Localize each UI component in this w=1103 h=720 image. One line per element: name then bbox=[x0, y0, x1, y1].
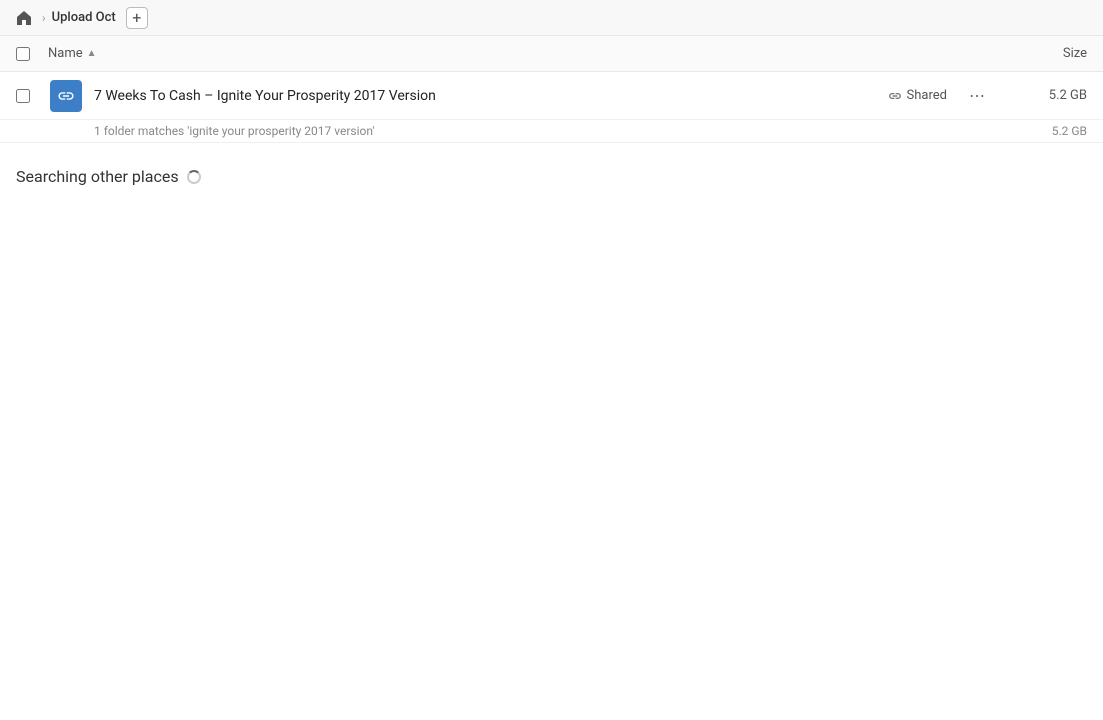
match-text: 1 folder matches 'ignite your prosperity… bbox=[94, 124, 374, 138]
column-header: Name ▲ Size bbox=[0, 36, 1103, 72]
breadcrumb-bar: › Upload Oct + bbox=[0, 0, 1103, 36]
searching-section: Searching other places bbox=[0, 143, 1103, 210]
select-all-checkbox-container[interactable] bbox=[16, 47, 48, 61]
searching-spinner bbox=[187, 170, 201, 184]
match-description: 1 folder matches 'ignite your prosperity… bbox=[0, 120, 1103, 143]
more-options-button[interactable]: ⋯ bbox=[963, 82, 991, 110]
folder-icon bbox=[50, 80, 82, 112]
column-name-label: Name bbox=[48, 46, 83, 61]
row-checkbox-container[interactable] bbox=[16, 89, 48, 103]
column-name-header[interactable]: Name ▲ bbox=[48, 46, 1007, 61]
shared-indicator: Shared bbox=[888, 88, 947, 103]
folder-icon-container bbox=[48, 78, 84, 114]
breadcrumb-folder-name[interactable]: Upload Oct bbox=[52, 10, 116, 25]
column-size-header: Size bbox=[1007, 46, 1087, 61]
sort-indicator: ▲ bbox=[87, 48, 97, 59]
breadcrumb-chevron: › bbox=[42, 11, 46, 25]
select-all-checkbox[interactable] bbox=[16, 47, 30, 61]
row-folder-name: 7 Weeks To Cash – Ignite Your Prosperity… bbox=[94, 88, 888, 104]
searching-label: Searching other places bbox=[16, 167, 179, 186]
result-row[interactable]: 7 Weeks To Cash – Ignite Your Prosperity… bbox=[0, 72, 1103, 120]
row-size: 5.2 GB bbox=[1007, 88, 1087, 103]
home-button[interactable] bbox=[12, 6, 36, 30]
row-checkbox[interactable] bbox=[16, 89, 30, 103]
searching-title: Searching other places bbox=[16, 167, 1087, 186]
shared-label: Shared bbox=[907, 88, 947, 103]
add-button[interactable]: + bbox=[126, 7, 148, 29]
match-size: 5.2 GB bbox=[1007, 124, 1087, 138]
